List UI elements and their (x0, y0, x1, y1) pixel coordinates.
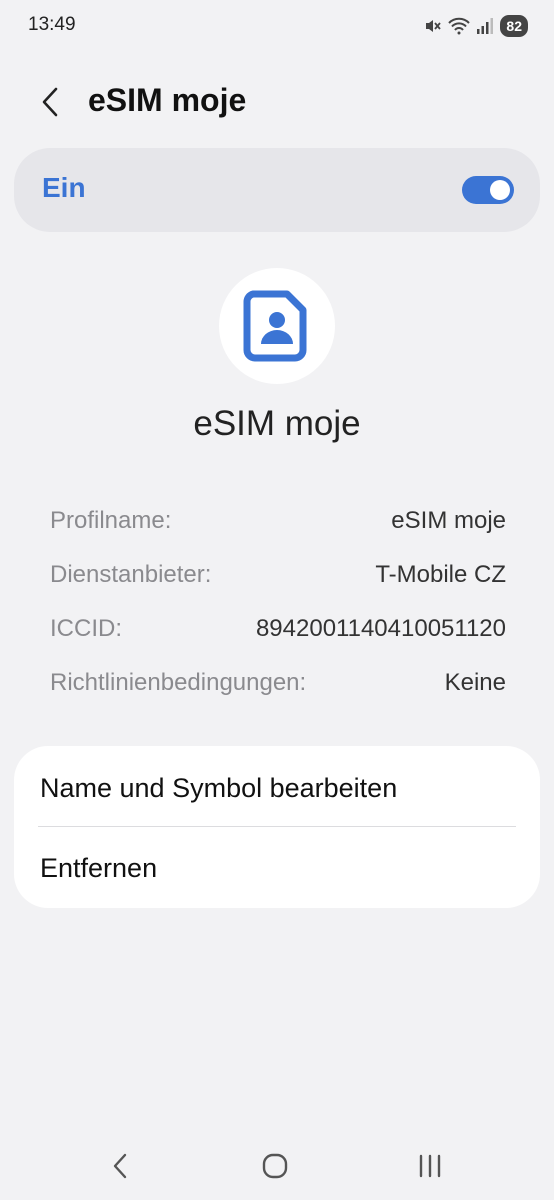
nav-back-button[interactable] (100, 1148, 140, 1184)
esim-switch[interactable] (462, 176, 514, 204)
toggle-label: Ein (42, 172, 86, 203)
nav-recents-button[interactable] (410, 1148, 450, 1184)
info-row-provider: Dienstanbieter: T-Mobile CZ (50, 548, 506, 602)
recents-icon (419, 1154, 441, 1178)
back-icon (113, 1153, 127, 1179)
info-row-profile-name: Profilname: eSIM moje (50, 494, 506, 548)
profile-avatar (219, 268, 335, 384)
info-key: Profilname: (50, 507, 172, 534)
info-row-policy: Richtlinienbedingungen: Keine (50, 656, 506, 710)
actions-card: Name und Symbol bearbeiten Entfernen (14, 746, 540, 908)
profile-info: Profilname: eSIM moje Dienstanbieter: T-… (50, 494, 506, 710)
page-title: eSIM moje (88, 82, 247, 118)
mute-icon (426, 20, 442, 32)
back-button[interactable] (30, 82, 70, 122)
info-value: eSIM moje (391, 507, 506, 534)
navigation-bar (0, 1130, 554, 1200)
wifi-icon (448, 17, 471, 35)
battery-indicator: 82 (500, 15, 528, 37)
info-value: Keine (444, 669, 506, 696)
signal-icon (477, 18, 494, 34)
edit-name-icon-button[interactable]: Name und Symbol bearbeiten (40, 748, 516, 828)
sim-card-person-icon (243, 290, 307, 362)
status-time: 13:49 (28, 14, 76, 35)
info-value: 8942001140410051120 (255, 615, 506, 642)
info-key: Dienstanbieter: (50, 561, 212, 588)
divider (38, 826, 516, 827)
esim-toggle-card[interactable]: Ein (14, 148, 540, 232)
remove-button[interactable]: Entfernen (40, 828, 516, 908)
info-row-iccid: ICCID: 8942001140410051120 (50, 602, 506, 656)
info-value: T-Mobile CZ (375, 561, 506, 588)
info-key: Richtlinienbedingungen: (50, 669, 307, 696)
header: eSIM moje (0, 70, 554, 134)
home-icon (262, 1153, 288, 1179)
info-key: ICCID: (50, 615, 122, 642)
status-icons: 82 (424, 14, 528, 38)
nav-home-button[interactable] (255, 1148, 295, 1184)
switch-knob (490, 180, 510, 200)
profile-name: eSIM moje (193, 404, 361, 443)
status-bar: 13:49 82 (0, 0, 554, 52)
back-arrow-icon (42, 87, 58, 117)
